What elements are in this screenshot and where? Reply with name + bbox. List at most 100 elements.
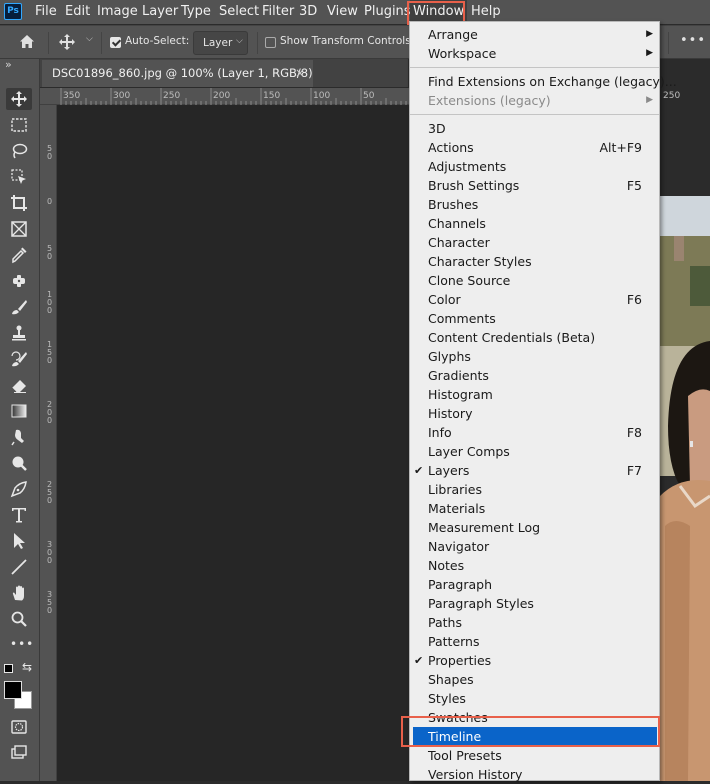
- menu-item-paragraph[interactable]: Paragraph: [410, 575, 659, 594]
- menu-item-label: Libraries: [428, 482, 482, 497]
- close-tab-icon[interactable]: ×: [295, 60, 305, 87]
- menu-item-shortcut: Alt+F9: [599, 140, 642, 155]
- marquee-tool[interactable]: [6, 114, 32, 136]
- menu-item-glyphs[interactable]: Glyphs: [410, 347, 659, 366]
- line-tool[interactable]: [6, 556, 32, 578]
- lasso-tool[interactable]: [6, 140, 32, 162]
- lasso-icon: [12, 143, 28, 159]
- eyedropper-tool[interactable]: [6, 244, 32, 266]
- menu-3d[interactable]: 3D: [299, 0, 317, 24]
- menu-item-version-history[interactable]: Version History: [410, 765, 659, 784]
- menu-item-materials[interactable]: Materials: [410, 499, 659, 518]
- menu-item-workspace[interactable]: Workspace ▶: [410, 44, 659, 63]
- object-selection-icon: [11, 169, 26, 184]
- ruler-tick-label: 0: [47, 197, 53, 206]
- crop-icon: [11, 195, 27, 211]
- menu-item-layers[interactable]: ✔ Layers F7: [410, 461, 659, 480]
- menu-item-navigator[interactable]: Navigator: [410, 537, 659, 556]
- menu-filter[interactable]: Filter: [262, 0, 294, 24]
- history-brush-tool[interactable]: [6, 348, 32, 370]
- menu-item-character-styles[interactable]: Character Styles: [410, 252, 659, 271]
- menu-item-styles[interactable]: Styles: [410, 689, 659, 708]
- menu-item-paragraph-styles[interactable]: Paragraph Styles: [410, 594, 659, 613]
- foreground-color-swatch[interactable]: [4, 681, 22, 699]
- menu-item-patterns[interactable]: Patterns: [410, 632, 659, 651]
- screen-mode-button[interactable]: [6, 742, 32, 764]
- menu-edit[interactable]: Edit: [65, 0, 90, 24]
- screen-mode-icon: [11, 745, 27, 759]
- path-selection-tool[interactable]: [6, 530, 32, 552]
- smudge-tool[interactable]: [6, 426, 32, 448]
- document-tab[interactable]: DSC01896_860.jpg @ 100% (Layer 1, RGB/8)…: [42, 60, 313, 107]
- menu-item-label: Find Extensions on Exchange (legacy)...: [428, 74, 677, 89]
- eyedropper-icon: [12, 247, 27, 264]
- menu-item-properties[interactable]: ✔ Properties: [410, 651, 659, 670]
- menu-type[interactable]: Type: [181, 0, 211, 24]
- menu-item-label: Properties: [428, 653, 492, 668]
- menu-select[interactable]: Select: [219, 0, 259, 24]
- menu-file[interactable]: File: [35, 0, 57, 24]
- menu-item-history[interactable]: History: [410, 404, 659, 423]
- quick-mask-button[interactable]: [6, 716, 32, 738]
- menu-item-info[interactable]: Info F8: [410, 423, 659, 442]
- menu-item-adjustments[interactable]: Adjustments: [410, 157, 659, 176]
- menu-item-comments[interactable]: Comments: [410, 309, 659, 328]
- home-button[interactable]: [18, 33, 36, 55]
- menu-item-find-extensions-on-exchange-legacy[interactable]: Find Extensions on Exchange (legacy)...: [410, 72, 677, 91]
- auto-select-checkbox[interactable]: [110, 37, 121, 48]
- menu-item-brushes[interactable]: Brushes: [410, 195, 659, 214]
- object-selection-tool[interactable]: [6, 166, 32, 188]
- menu-item-libraries[interactable]: Libraries: [410, 480, 659, 499]
- move-icon: [59, 34, 75, 50]
- menu-layer[interactable]: Layer: [142, 0, 178, 24]
- menu-item-channels[interactable]: Channels: [410, 214, 659, 233]
- brush-tool[interactable]: [6, 296, 32, 318]
- menu-item-clone-source[interactable]: Clone Source: [410, 271, 659, 290]
- hand-tool[interactable]: [6, 582, 32, 604]
- menu-view[interactable]: View: [327, 0, 358, 24]
- clone-stamp-tool[interactable]: [6, 322, 32, 344]
- edit-toolbar-button[interactable]: •••: [10, 637, 34, 651]
- auto-select-target-dropdown[interactable]: Layer ⌵: [193, 31, 248, 55]
- menu-item-label: Styles: [428, 691, 466, 706]
- menu-item-layer-comps[interactable]: Layer Comps: [410, 442, 659, 461]
- menu-item-actions[interactable]: Actions Alt+F9: [410, 138, 659, 157]
- type-tool[interactable]: [6, 504, 32, 526]
- menu-image[interactable]: Image: [97, 0, 138, 24]
- menu-item-measurement-log[interactable]: Measurement Log: [410, 518, 659, 537]
- swap-colors-icon[interactable]: ⇆: [22, 660, 32, 674]
- ruler-tick-label: 150: [263, 91, 281, 101]
- show-transform-controls-checkbox[interactable]: [265, 37, 276, 48]
- dodge-tool[interactable]: [6, 452, 32, 474]
- ruler-tick-label: 100: [313, 91, 331, 101]
- collapse-toolbar-button[interactable]: »: [5, 58, 12, 71]
- crop-tool[interactable]: [6, 192, 32, 214]
- more-options-button[interactable]: •••: [680, 33, 706, 48]
- menu-item-shapes[interactable]: Shapes: [410, 670, 659, 689]
- menu-item-character[interactable]: Character: [410, 233, 659, 252]
- menu-item-brush-settings[interactable]: Brush Settings F5: [410, 176, 659, 195]
- menu-item-tool-presets[interactable]: Tool Presets: [410, 746, 659, 765]
- menu-plugins[interactable]: Plugins: [364, 0, 411, 24]
- ruler-tick-label: 1 0 0: [47, 290, 53, 315]
- menu-item-gradients[interactable]: Gradients: [410, 366, 659, 385]
- submenu-arrow-icon: ▶: [646, 29, 653, 39]
- menu-item-color[interactable]: Color F6: [410, 290, 659, 309]
- menu-item-histogram[interactable]: Histogram: [410, 385, 659, 404]
- menu-item-arrange[interactable]: Arrange ▶: [410, 25, 659, 44]
- ruler-vertical: 5 0 0 5 0 1 0 0 1 5 0 2 0 0 2 5 0 3 0 0 …: [40, 105, 57, 781]
- menu-item-3d[interactable]: 3D: [410, 119, 659, 138]
- default-colors-icon[interactable]: [4, 664, 13, 673]
- menu-item-paths[interactable]: Paths: [410, 613, 659, 632]
- spot-healing-tool[interactable]: [6, 270, 32, 292]
- move-tool-preset-button[interactable]: ⌵: [58, 33, 93, 55]
- move-tool[interactable]: [6, 88, 32, 110]
- eraser-tool[interactable]: [6, 374, 32, 396]
- pen-tool[interactable]: [6, 478, 32, 500]
- zoom-tool[interactable]: [6, 608, 32, 630]
- menu-item-notes[interactable]: Notes: [410, 556, 659, 575]
- menu-item-content-credentials-beta[interactable]: Content Credentials (Beta): [410, 328, 659, 347]
- frame-tool[interactable]: [6, 218, 32, 240]
- type-icon: [12, 508, 26, 523]
- gradient-tool[interactable]: [6, 400, 32, 422]
